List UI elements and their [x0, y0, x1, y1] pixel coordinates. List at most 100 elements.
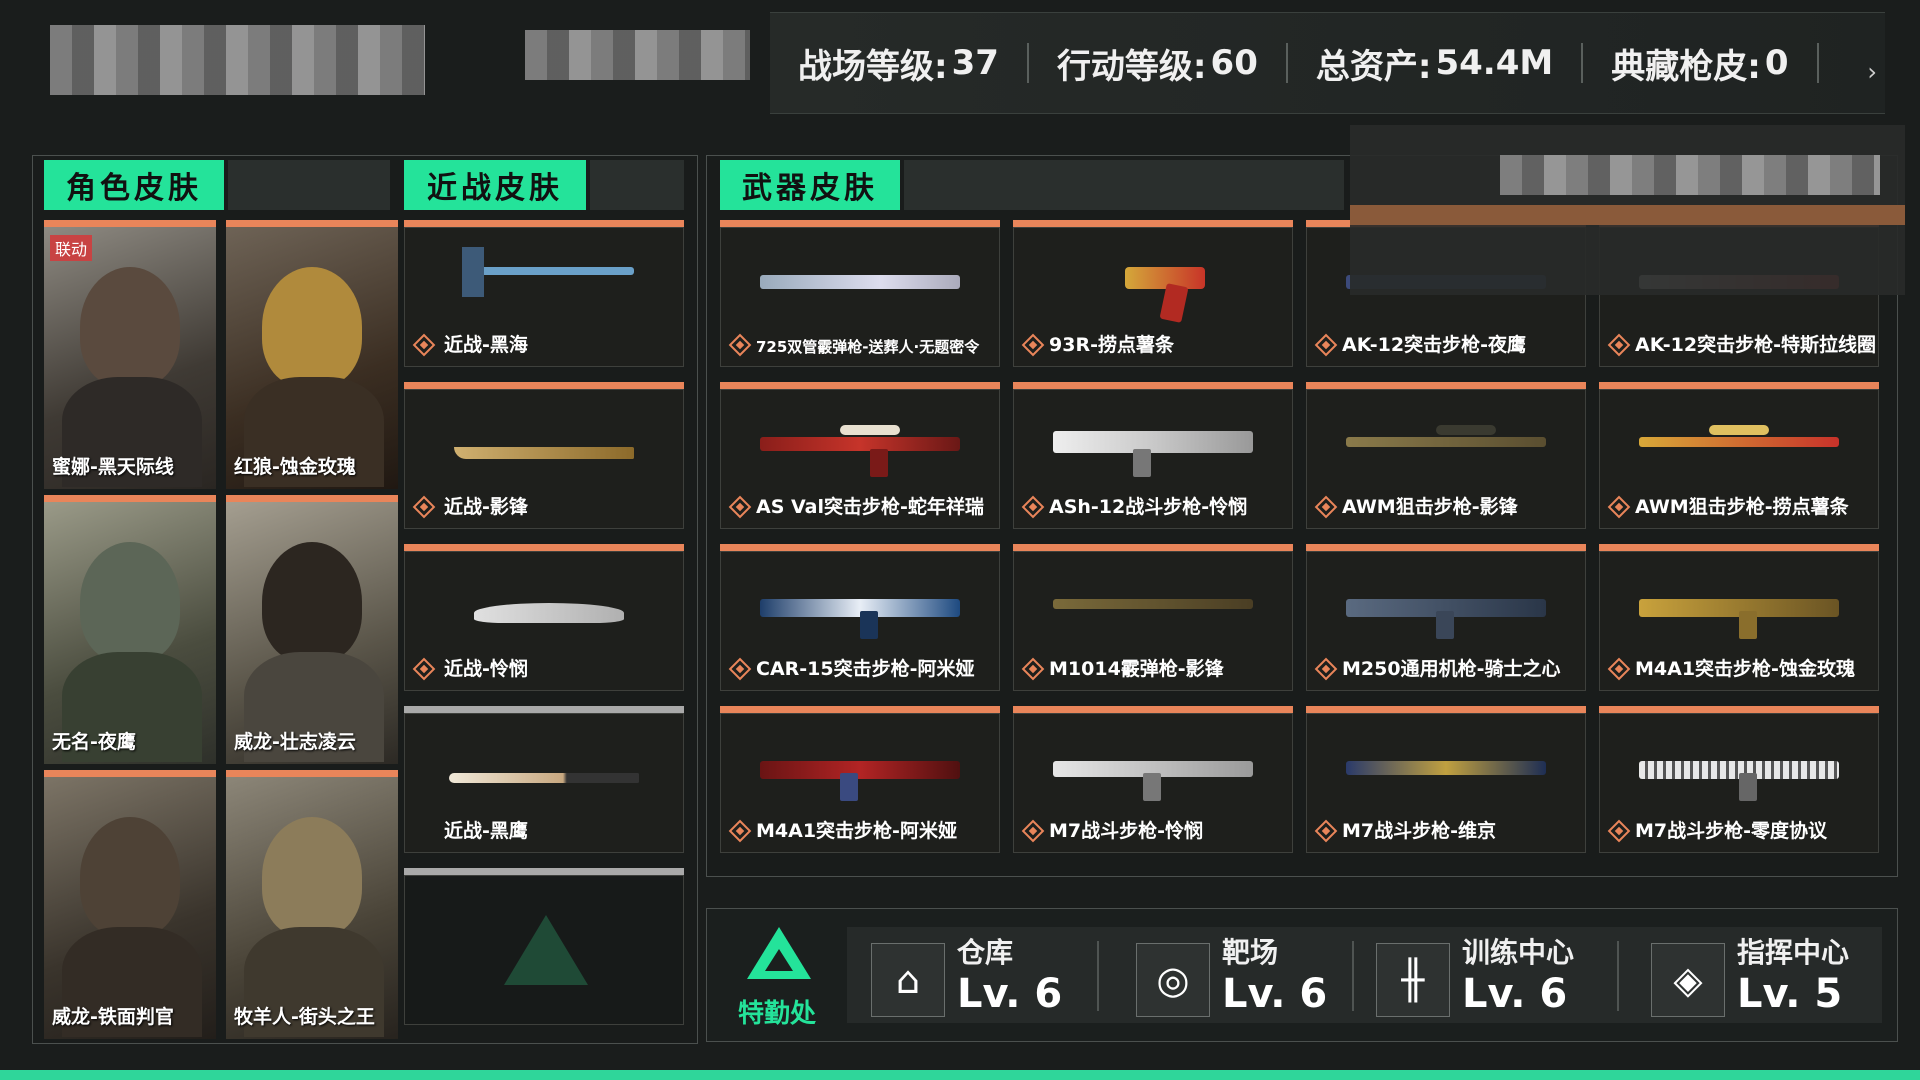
karambit-icon — [474, 603, 624, 623]
character-card[interactable]: 威龙-铁面判官 — [44, 770, 216, 1039]
weapon-card[interactable]: M4A1突击步枪-蚀金玫瑰 — [1599, 544, 1879, 691]
weapon-skin-name: M4A1突击步枪-阿米娅 — [756, 820, 957, 842]
facility-level: Lv. 6 — [1222, 971, 1328, 1017]
target-icon: ◎ — [1136, 943, 1210, 1017]
weapon-icon — [1125, 267, 1205, 289]
weapon-card[interactable]: M7战斗步枪-零度协议 — [1599, 706, 1879, 853]
weapon-icon — [760, 761, 960, 779]
weapon-card[interactable]: CAR-15突击步枪-阿米娅 — [720, 544, 1000, 691]
character-skin-name: 威龙-铁面判官 — [52, 1006, 174, 1028]
weapon-card[interactable]: M1014霰弹枪-影锋 — [1013, 544, 1293, 691]
weapon-card[interactable]: 93R-捞点薯条 — [1013, 220, 1293, 367]
weapon-skin-name: AWM狙击步枪-捞点薯条 — [1635, 496, 1849, 518]
facility-training[interactable]: ╫ 训练中心 Lv. 6 — [1352, 927, 1592, 1023]
weapon-grip — [860, 611, 878, 639]
header-stats-bar: 战场等级: 37 行动等级: 60 总资产: 54.4M 典藏枪皮: 0 › — [770, 12, 1885, 114]
weapon-scope — [1436, 425, 1496, 435]
weapon-icon — [1346, 437, 1546, 447]
weapon-scope — [840, 425, 900, 435]
melee-card[interactable]: 近战-黑鹰 — [404, 706, 684, 853]
melee-skin-name: 近战-黑海 — [444, 334, 528, 356]
character-skin-name: 无名-夜鹰 — [52, 731, 136, 753]
stat-total-assets: 总资产: 54.4M — [1288, 43, 1584, 87]
facility-range[interactable]: ◎ 靶场 Lv. 6 — [1112, 927, 1352, 1023]
weapon-skin-name: 725双管霰弹枪-送葬人·无题密令 — [756, 338, 980, 356]
tab-character-tail — [228, 160, 390, 210]
chevron-right-icon[interactable]: › — [1867, 58, 1877, 86]
weapon-card[interactable]: AWM狙击步枪-捞点薯条 — [1599, 382, 1879, 529]
divider — [1617, 941, 1619, 1011]
diamond-icon — [1021, 495, 1045, 519]
censored-player-id — [525, 30, 750, 80]
weapon-skin-name: M7战斗步枪-怜悯 — [1049, 820, 1204, 842]
axe-head — [462, 247, 484, 297]
axe-icon — [464, 267, 634, 275]
melee-card[interactable]: 近战-黑海 — [404, 220, 684, 367]
tab-melee-skins[interactable]: 近战皮肤 — [404, 160, 586, 210]
weapon-skin-name: M7战斗步枪-维京 — [1342, 820, 1497, 842]
facility-level: Lv. 6 — [1462, 971, 1568, 1017]
character-skin-name: 红狼-蚀金玫瑰 — [234, 456, 356, 478]
tab-weapon-tail — [904, 160, 1344, 210]
weapon-card[interactable]: 725双管霰弹枪-送葬人·无题密令 — [720, 220, 1000, 367]
tab-weapon-skins[interactable]: 武器皮肤 — [720, 160, 900, 210]
stat-collection-skins: 典藏枪皮: 0 — [1583, 43, 1819, 87]
weapon-skin-name: CAR-15突击步枪-阿米娅 — [756, 658, 975, 680]
command-icon: ◈ — [1651, 943, 1725, 1017]
censored-overlay — [1350, 125, 1905, 295]
weapon-grip — [1159, 283, 1189, 323]
character-skin-name: 牧羊人-街头之王 — [234, 1006, 375, 1028]
melee-card[interactable]: 近战-影锋 — [404, 382, 684, 529]
collab-badge: 联动 — [50, 235, 93, 261]
diamond-icon — [1607, 819, 1631, 843]
tab-character-skins[interactable]: 角色皮肤 — [44, 160, 224, 210]
diamond-icon — [1021, 333, 1045, 357]
weapon-scope — [1709, 425, 1769, 435]
weapon-grip — [1739, 773, 1757, 801]
character-card[interactable]: 联动 蜜娜-黑天际线 — [44, 220, 216, 489]
weapon-card[interactable]: M7战斗步枪-维京 — [1306, 706, 1586, 853]
diamond-icon — [728, 657, 752, 681]
facility-command[interactable]: ◈ 指挥中心 Lv. 5 — [1627, 927, 1867, 1023]
weapon-grip — [870, 449, 888, 477]
character-card[interactable]: 无名-夜鹰 — [44, 495, 216, 764]
weapon-grip — [1739, 611, 1757, 639]
weapon-grip — [840, 773, 858, 801]
character-head — [262, 542, 362, 662]
character-head — [262, 267, 362, 387]
weapon-skin-name: 93R-捞点薯条 — [1049, 334, 1174, 356]
melee-card-empty[interactable] — [404, 868, 684, 1025]
weapon-card[interactable]: M7战斗步枪-怜悯 — [1013, 706, 1293, 853]
diamond-icon — [412, 495, 436, 519]
facility-warehouse[interactable]: ⌂ 仓库 Lv. 6 — [847, 927, 1087, 1023]
facility-name: 仓库 — [957, 936, 1014, 969]
facility-level: Lv. 5 — [1737, 971, 1843, 1017]
stat-battlefield-level: 战场等级: 37 — [770, 43, 1029, 87]
weapon-icon — [1639, 437, 1839, 447]
diamond-icon — [1607, 333, 1631, 357]
stat-operation-level: 行动等级: 60 — [1029, 43, 1288, 87]
facility-name: 指挥中心 — [1737, 936, 1850, 969]
weapon-card[interactable]: M250通用机枪-骑士之心 — [1306, 544, 1586, 691]
weapon-skin-name: M4A1突击步枪-蚀金玫瑰 — [1635, 658, 1855, 680]
character-card[interactable]: 牧羊人-街头之王 — [226, 770, 398, 1039]
weapon-card[interactable]: AS Val突击步枪-蛇年祥瑞 — [720, 382, 1000, 529]
character-head — [262, 817, 362, 937]
diamond-icon — [1021, 657, 1045, 681]
weapon-card[interactable]: ASh-12战斗步枪-怜悯 — [1013, 382, 1293, 529]
melee-card[interactable]: 近战-怜悯 — [404, 544, 684, 691]
weapon-skin-name: AK-12突击步枪-夜鹰 — [1342, 334, 1526, 356]
weapon-skin-name: AWM狙击步枪-影锋 — [1342, 496, 1518, 518]
diamond-icon — [728, 495, 752, 519]
diamond-icon — [1607, 657, 1631, 681]
logistics-logo[interactable]: 特勤处 — [727, 927, 827, 1029]
weapon-icon — [760, 437, 960, 451]
weapon-card[interactable]: AWM狙击步枪-影锋 — [1306, 382, 1586, 529]
weapon-grip — [1436, 611, 1454, 639]
character-skin-name: 蜜娜-黑天际线 — [52, 456, 174, 478]
character-card[interactable]: 红狼-蚀金玫瑰 — [226, 220, 398, 489]
facility-strip: ⌂ 仓库 Lv. 6 ◎ 靶场 Lv. 6 ╫ 训练中心 Lv. 6 ◈ 指挥中… — [847, 927, 1882, 1023]
character-card[interactable]: 威龙-壮志凌云 — [226, 495, 398, 764]
censored-block — [1500, 155, 1880, 195]
weapon-card[interactable]: M4A1突击步枪-阿米娅 — [720, 706, 1000, 853]
